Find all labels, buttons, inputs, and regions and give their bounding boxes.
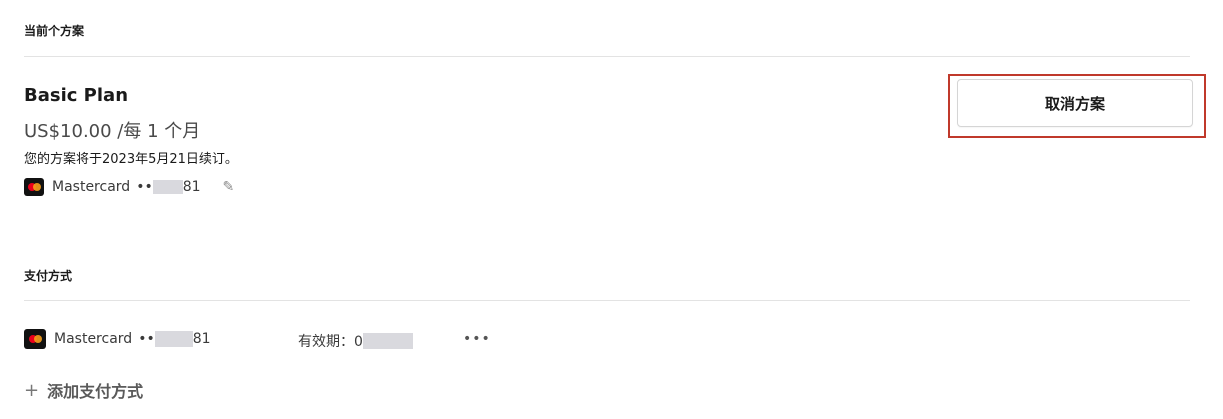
cancel-plan-button[interactable]: 取消方案 <box>957 79 1193 127</box>
payment-card-row: Mastercard •• 81 <box>24 329 211 349</box>
masked-digits <box>152 180 183 194</box>
card-dots: •• <box>136 179 153 195</box>
expiry-label: 有效期：0 <box>298 334 363 350</box>
card-dots: •• <box>138 331 155 347</box>
plan-price: US$10.00 /每 1 个月 <box>24 121 201 142</box>
card-brand: Mastercard <box>52 179 131 195</box>
card-brand: Mastercard <box>54 331 133 347</box>
renewal-text: 您的方案将于2023年5月21日续订。 <box>24 152 238 167</box>
masked-digits <box>154 331 193 347</box>
card-last-digits: 81 <box>182 179 201 195</box>
divider <box>24 56 1190 57</box>
mastercard-icon <box>24 329 46 349</box>
current-plan-title: 当前个方案 <box>24 24 85 38</box>
divider <box>24 300 1190 301</box>
expiry-line: 有效期：0 <box>298 331 413 351</box>
plan-name: Basic Plan <box>24 85 129 106</box>
mastercard-icon <box>24 178 44 196</box>
add-payment-label: 添加支付方式 <box>47 382 144 401</box>
edit-pencil-icon[interactable]: ✎ <box>223 179 235 195</box>
card-last-digits: 81 <box>192 331 211 347</box>
plan-card-line: Mastercard •• 81 ✎ <box>24 178 234 196</box>
payment-methods-title: 支付方式 <box>24 269 73 283</box>
masked-expiry <box>362 333 413 349</box>
plus-icon: + <box>24 379 40 401</box>
more-options-icon[interactable]: ••• <box>463 331 491 347</box>
add-payment-method-link[interactable]: + 添加支付方式 <box>24 378 143 402</box>
